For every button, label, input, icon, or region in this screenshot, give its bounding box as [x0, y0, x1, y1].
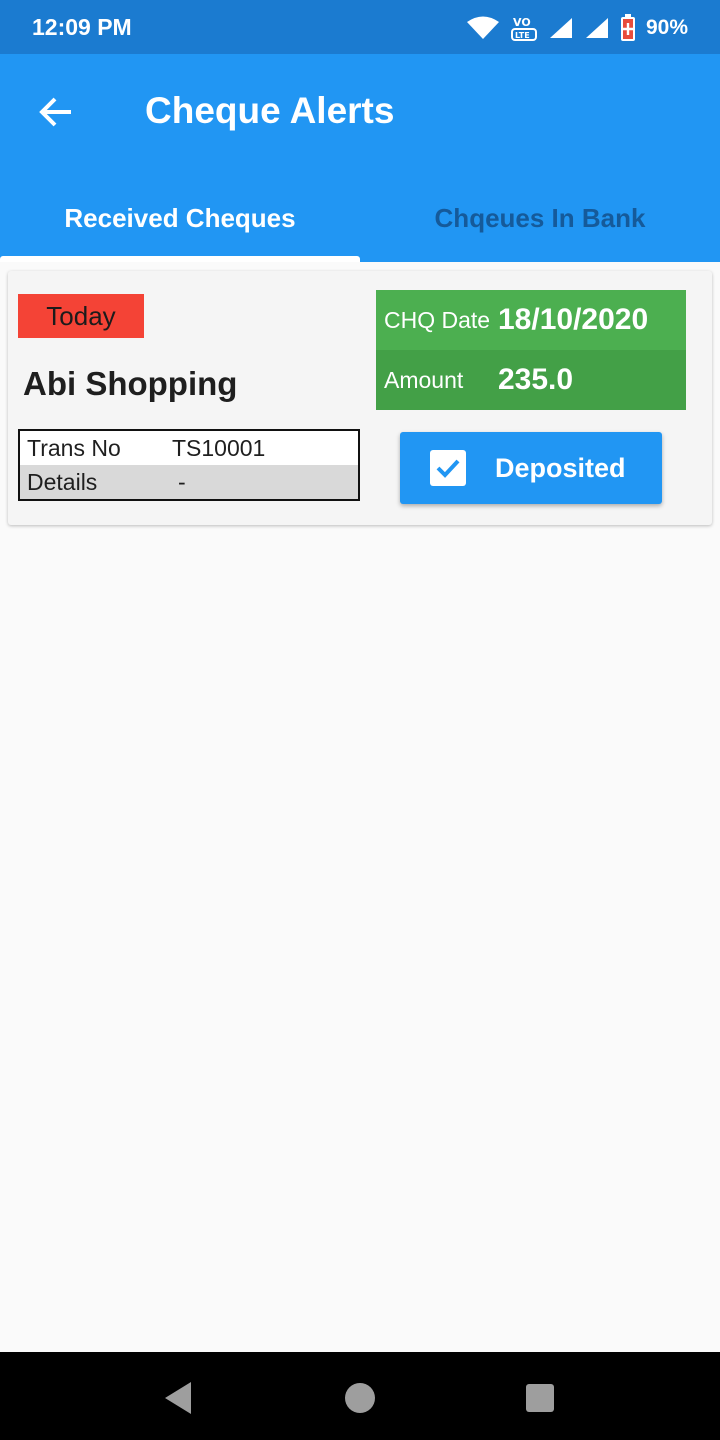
- tab-label: Received Cheques: [64, 202, 296, 233]
- details-row: Details -: [20, 465, 358, 499]
- status-time: 12:09 PM: [32, 14, 132, 40]
- tab-cheques-in-bank[interactable]: Chqeues In Bank: [360, 174, 720, 262]
- system-nav-bar: [0, 1352, 720, 1440]
- arrow-back-icon: [39, 97, 71, 127]
- svg-text:LTE: LTE: [515, 31, 530, 40]
- svg-text:VO: VO: [513, 16, 531, 29]
- app-bar: Cheque Alerts Received Cheques Chqeues I…: [0, 54, 720, 262]
- transaction-info-table: Trans No TS10001 Details -: [18, 429, 360, 501]
- status-icons: VO LTE 90%: [466, 13, 688, 43]
- deposited-button[interactable]: Deposited: [400, 432, 662, 504]
- status-bar: 12:09 PM VO LTE 90%: [0, 0, 720, 54]
- battery-icon: [620, 14, 635, 41]
- amount-label: Amount: [384, 366, 464, 393]
- signal-icon: [549, 18, 572, 38]
- trans-no-label: Trans No: [27, 434, 121, 461]
- battery-percent: 90%: [645, 16, 688, 39]
- cheque-card[interactable]: Today Abi Shopping Trans No TS10001 Deta…: [8, 271, 712, 525]
- back-button[interactable]: [26, 82, 86, 142]
- cheque-date-label: CHQ Date: [384, 306, 491, 333]
- amount-value: 235.0: [498, 363, 574, 396]
- deposited-label: Deposited: [495, 452, 626, 483]
- trans-no-value: TS10001: [172, 434, 266, 461]
- wifi-icon: [466, 16, 499, 39]
- volte-icon: VO LTE: [510, 16, 537, 41]
- deposited-checkbox[interactable]: [430, 450, 466, 486]
- home-circle-icon: [345, 1383, 375, 1413]
- check-icon: [436, 459, 460, 478]
- signal-icon: [585, 18, 608, 38]
- tab-label: Chqeues In Bank: [434, 202, 646, 233]
- cheque-summary-box: CHQ Date 18/10/2020 Amount 235.0: [376, 290, 686, 410]
- nav-recents-button[interactable]: [520, 1378, 560, 1418]
- tab-indicator: [0, 256, 360, 262]
- page-title: Cheque Alerts: [145, 90, 395, 131]
- details-value: -: [178, 468, 186, 495]
- due-badge: Today: [18, 294, 144, 338]
- tab-received-cheques[interactable]: Received Cheques: [0, 174, 360, 262]
- trans-no-row: Trans No TS10001: [20, 431, 358, 465]
- customer-name: Abi Shopping: [23, 365, 238, 402]
- back-triangle-icon: [165, 1382, 191, 1414]
- nav-home-button[interactable]: [340, 1378, 380, 1418]
- nav-back-button[interactable]: [158, 1378, 198, 1418]
- cheque-date-value: 18/10/2020: [498, 303, 649, 336]
- amount-row: Amount 235.0: [376, 350, 686, 410]
- cheque-date-row: CHQ Date 18/10/2020: [376, 290, 686, 350]
- details-label: Details: [27, 468, 98, 495]
- recents-square-icon: [526, 1384, 554, 1412]
